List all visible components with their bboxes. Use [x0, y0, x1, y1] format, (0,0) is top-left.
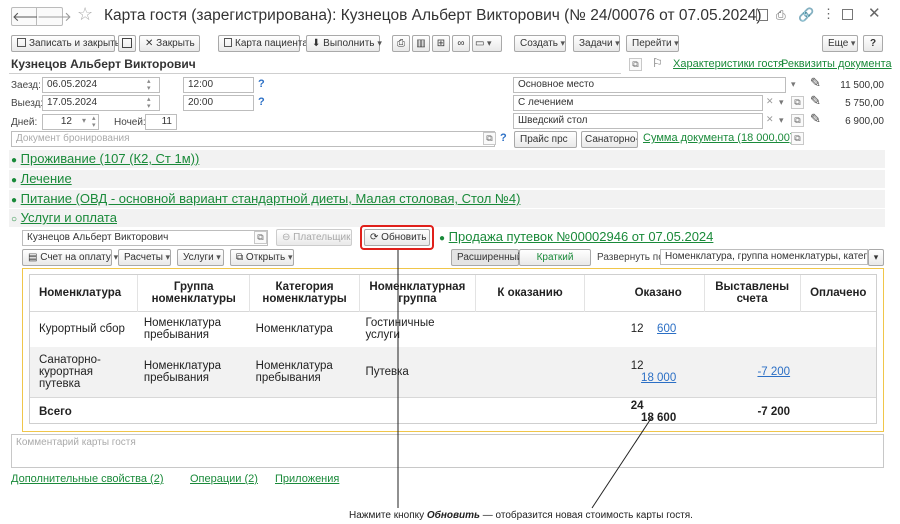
callout-line-total — [591, 416, 653, 509]
annotation-caption: Нажмите кнопку Обновить — отобразится но… — [349, 510, 693, 521]
callout-lines — [397, 250, 653, 509]
